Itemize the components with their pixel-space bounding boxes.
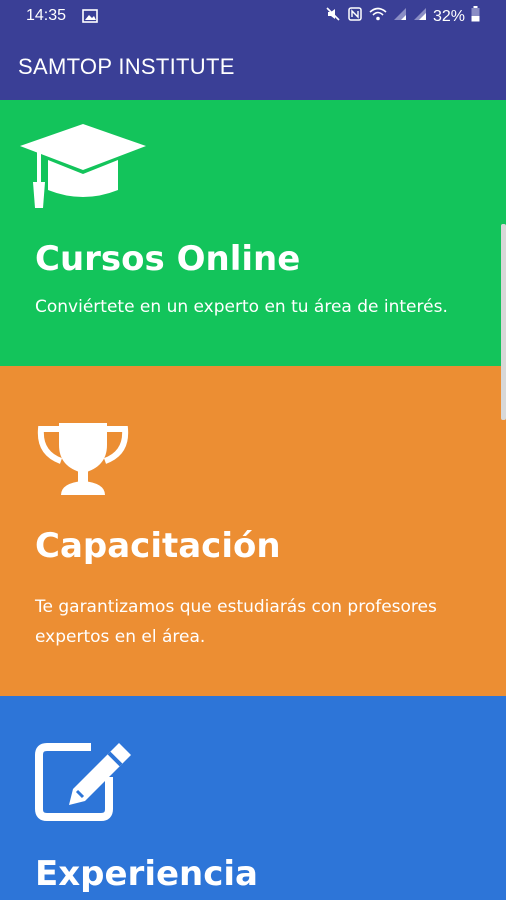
mute-icon: [325, 6, 341, 27]
app-bar: SAMTOP INSTITUTE: [0, 32, 506, 100]
edit-icon: [35, 741, 133, 826]
card-experiencia[interactable]: Experiencia: [0, 696, 506, 900]
battery-percent: 32%: [432, 7, 465, 25]
card-title: Capacitación: [35, 526, 281, 566]
signal-icon: [413, 7, 427, 26]
scrollbar[interactable]: [501, 224, 506, 420]
card-description: Conviértete en un experto en tu área de …: [35, 297, 448, 317]
nfc-icon: [347, 6, 363, 27]
image-icon: [82, 9, 98, 28]
card-title: Cursos Online: [35, 239, 301, 279]
card-capacitacion[interactable]: Capacitación Te garantizamos que estudia…: [0, 366, 506, 696]
card-description: Te garantizamos que estudiarás con profe…: [35, 597, 437, 647]
app-title: SAMTOP INSTITUTE: [18, 54, 235, 79]
card-title: Experiencia: [35, 854, 258, 894]
status-bar: 14:35 32%: [0, 0, 506, 32]
graduation-cap-icon: [20, 124, 146, 215]
card-cursos-online[interactable]: Cursos Online Conviértete en un experto …: [0, 100, 506, 366]
wifi-icon: [369, 7, 387, 26]
status-time: 14:35: [26, 7, 67, 24]
trophy-icon: [37, 423, 129, 502]
signal-icon: [393, 7, 407, 26]
battery-icon: [471, 6, 480, 27]
